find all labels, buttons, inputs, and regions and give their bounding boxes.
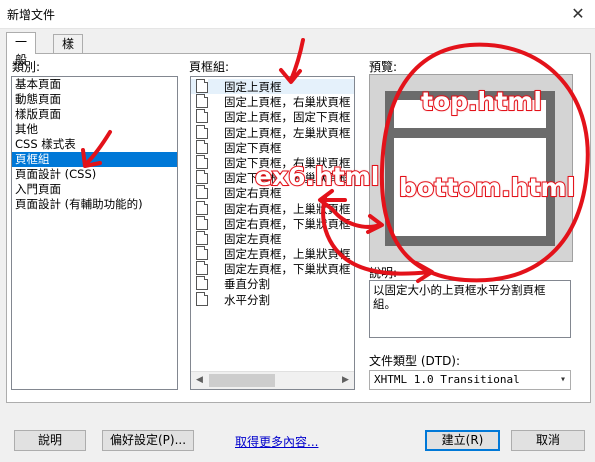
category-item[interactable]: CSS 樣式表 <box>12 137 177 152</box>
scroll-thumb[interactable] <box>209 374 275 387</box>
preferences-button[interactable]: 偏好設定(P)... <box>102 430 194 451</box>
document-icon <box>196 185 208 200</box>
annotation-bottom: bottom.html <box>398 172 576 203</box>
category-item[interactable]: 頁面設計 (有輔助功能的) <box>12 197 177 212</box>
annotation-top: top.html <box>420 86 543 117</box>
frameset-item[interactable]: 垂直分割 <box>191 276 354 291</box>
document-icon <box>196 261 208 276</box>
cancel-button[interactable]: 取消 <box>511 430 585 451</box>
document-icon <box>196 154 208 169</box>
frameset-item[interactable]: 固定右頁框，下巢狀頁框 <box>191 215 354 231</box>
frameset-item-label: 固定下頁框 <box>224 140 282 155</box>
chevron-down-icon: ▾ <box>559 374 566 385</box>
document-icon <box>196 139 208 154</box>
frameset-item-label: 垂直分割 <box>224 277 270 292</box>
frameset-item[interactable]: 固定左頁框 <box>191 230 354 246</box>
document-icon <box>196 291 208 306</box>
document-icon <box>196 109 208 124</box>
document-icon <box>196 230 208 245</box>
category-item[interactable]: 基本頁面 <box>12 77 177 92</box>
frameset-item[interactable]: 固定右頁框，上巢狀頁框 <box>191 200 354 216</box>
frameset-item[interactable]: 固定上頁框，右巢狀頁框 <box>191 94 354 109</box>
frameset-item[interactable]: 固定上頁框，固定下頁框 <box>191 109 354 124</box>
document-icon <box>196 276 208 291</box>
frameset-item-label: 固定左頁框 <box>224 231 282 246</box>
frameset-item-label: 水平分割 <box>224 292 270 307</box>
annotation-ex6: ex6.html <box>254 161 380 192</box>
doctype-value: XHTML 1.0 Transitional <box>374 373 520 386</box>
document-icon <box>196 246 208 261</box>
category-list[interactable]: 基本頁面 動態頁面 樣版頁面 其他 CSS 樣式表 頁框組 頁面設計 (CSS) 入門頁面 頁面… <box>11 76 178 390</box>
frameset-item[interactable]: 固定左頁框，下巢狀頁框 <box>191 261 354 276</box>
help-button[interactable]: 說明 <box>14 430 86 451</box>
document-icon <box>196 124 208 139</box>
document-icon <box>196 94 208 109</box>
category-item[interactable]: 樣版頁面 <box>12 107 177 122</box>
frameset-list[interactable]: 固定上頁框 固定上頁框，右巢狀頁框 固定上頁框，固定下頁框 固定上頁框，左巢狀頁框 固定… <box>190 76 355 390</box>
document-icon <box>196 200 208 215</box>
create-button[interactable]: 建立(R) <box>425 430 500 451</box>
frameset-item[interactable]: 固定上頁框 <box>191 79 354 95</box>
frameset-item-label: 固定左頁框，上巢狀頁框 <box>224 247 351 262</box>
close-icon[interactable]: ✕ <box>567 3 589 25</box>
scroll-right-icon[interactable]: ▶ <box>337 372 354 389</box>
category-item[interactable]: 其他 <box>12 122 177 137</box>
category-item[interactable]: 動態頁面 <box>12 92 177 107</box>
frameset-item-label: 固定上頁框，固定下頁框 <box>224 110 351 125</box>
frameset-item[interactable]: 固定下頁框 <box>191 139 354 155</box>
title-bar: 新增文件 ✕ <box>0 0 595 29</box>
window-title: 新增文件 <box>7 8 56 22</box>
scroll-left-icon[interactable]: ◀ <box>191 372 208 389</box>
frameset-item-label: 固定右頁框，下巢狀頁框 <box>224 216 351 231</box>
frameset-item-label: 固定上頁框 <box>224 80 282 94</box>
document-icon <box>196 215 208 230</box>
tab-general[interactable]: 一般 <box>6 32 37 67</box>
category-item[interactable]: 入門頁面 <box>12 182 177 197</box>
category-item[interactable]: 頁框組 <box>12 152 177 167</box>
frameset-item-label: 固定左頁框，下巢狀頁框 <box>224 262 351 277</box>
frameset-item-label: 固定上頁框，右巢狀頁框 <box>224 95 351 110</box>
frameset-item-label: 固定右頁框，上巢狀頁框 <box>224 201 351 216</box>
doctype-label: 文件類型 (DTD): <box>369 354 461 368</box>
tab-templates[interactable]: 樣版 <box>53 34 84 69</box>
doctype-select[interactable]: XHTML 1.0 Transitional ▾ <box>369 370 571 390</box>
description-label: 說明: <box>369 266 398 280</box>
category-item[interactable]: 頁面設計 (CSS) <box>12 167 177 182</box>
document-icon <box>196 170 208 185</box>
preview-label: 預覽: <box>369 60 398 74</box>
frameset-item-label: 固定上頁框，左巢狀頁框 <box>224 125 351 140</box>
frameset-label: 頁框組: <box>189 60 230 74</box>
horizontal-scrollbar[interactable]: ◀ ▶ <box>191 371 354 389</box>
description-text: 以固定大小的上頁框水平分割頁框組。 <box>369 280 571 338</box>
document-icon <box>196 79 208 93</box>
frameset-item[interactable]: 固定上頁框，左巢狀頁框 <box>191 124 354 140</box>
get-more-content-link[interactable]: 取得更多內容... <box>235 433 318 450</box>
frameset-item[interactable]: 水平分割 <box>191 291 354 307</box>
frameset-item[interactable]: 固定左頁框，上巢狀頁框 <box>191 246 354 261</box>
